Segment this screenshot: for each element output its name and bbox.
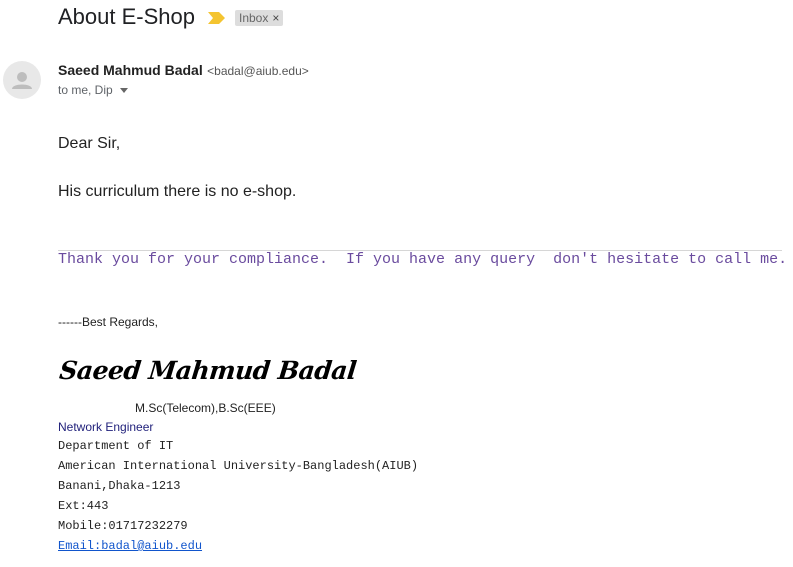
best-regards: ------Best Regards, [58,315,159,329]
email-body-text: His curriculum there is no e-shop. [58,183,297,200]
recipients-details[interactable]: to me, Dip [58,83,128,97]
sender-email: <badal@aiub.edu> [207,64,309,78]
signature-department: Department of IT [58,439,174,453]
inbox-label-text: Inbox [239,11,269,25]
signature-email-link[interactable]: Email:badal@aiub.edu [58,539,202,553]
signature-extension: Ext:443 [58,499,109,513]
caret-down-icon[interactable] [119,88,128,94]
recipients-text: to me, Dip [58,83,113,97]
signature-mobile: Mobile:01717232279 [58,519,188,533]
thanks-text: Thank you for your compliance. If you ha… [58,251,788,268]
signature-university: American International University-Bangla… [58,459,419,473]
important-marker-icon[interactable] [208,12,225,24]
signature-address: Banani,Dhaka-1213 [58,479,181,493]
signature-degrees: M.Sc(Telecom),B.Sc(EEE) [135,401,276,415]
sender-avatar[interactable] [3,61,41,99]
person-avatar-icon [12,72,32,89]
inbox-label-chip[interactable]: Inbox × [235,10,284,26]
sender-name[interactable]: Saeed Mahmud Badal [58,62,203,78]
signature-name: Saeed Mahmud Badal [58,356,358,385]
sender-line: Saeed Mahmud Badal <badal@aiub.edu> [58,62,309,80]
remove-label-icon[interactable]: × [272,11,279,25]
email-subject: About E-Shop [58,4,195,29]
email-greeting: Dear Sir, [58,135,121,152]
signature-job-title: Network Engineer [58,420,154,434]
